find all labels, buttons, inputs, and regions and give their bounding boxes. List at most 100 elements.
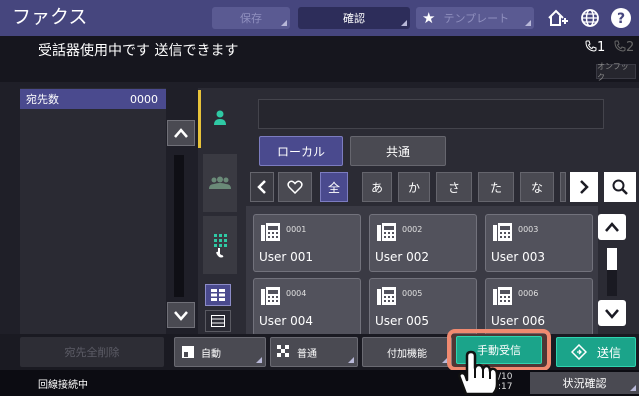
search-button[interactable] [604,172,636,202]
address-number: 0003 [518,225,539,234]
chevron-up-icon [605,222,619,232]
footer-time: :17 [498,382,513,392]
address-card[interactable]: 0003 User 003 [485,214,593,272]
fax-icon [377,287,396,305]
keypad-icon [214,234,227,258]
chevron-left-icon [257,180,266,194]
destination-count-label: 宛先数 [26,93,59,106]
footer-status: 回線接続中 [38,380,88,391]
footer-datetime: /10 :17 [498,372,512,392]
address-grid: 0001 User 001 0002 User 002 0003 User 00… [246,206,598,334]
fax-icon [261,223,280,241]
fax-icon [261,287,280,305]
line1-indicator: 1 [585,40,605,55]
heart-icon [287,180,303,194]
line2-label: 2 [626,40,635,55]
filter-a[interactable]: あ [362,172,392,202]
options-button[interactable]: 付加機能 [362,337,452,367]
line1-label: 1 [597,40,606,55]
star-icon: ★ [422,9,436,27]
address-number: 0002 [402,225,423,234]
delete-all-destinations-button[interactable]: 宛先全削除 [20,337,164,367]
address-number: 0006 [518,289,539,298]
chevron-down-icon [605,309,619,319]
svg-text:?: ? [617,11,625,27]
list-view-button[interactable] [205,310,231,332]
filter-sa[interactable]: さ [436,172,472,202]
active-tab-indicator [198,90,201,148]
fax-icon [493,223,512,241]
filter-all[interactable]: 全 [320,172,348,202]
template-button[interactable]: ★ テンプレート [416,7,534,29]
destination-list[interactable] [20,88,166,334]
filter-favorite-button[interactable] [278,172,312,202]
person-icon [214,110,226,125]
tab-local[interactable]: ローカル [259,136,343,166]
status-check-label: 状況確認 [562,377,607,390]
address-scroll-up-button[interactable] [598,214,626,240]
grid-view-button[interactable] [205,284,231,306]
address-card[interactable]: 0004 User 004 [253,278,361,334]
tab-shared[interactable]: 共通 [350,136,446,166]
tab-individual[interactable] [203,90,237,146]
address-card[interactable]: 0006 User 006 [485,278,593,334]
address-card[interactable]: 0005 User 005 [369,278,477,334]
destination-scroll-track[interactable] [174,155,184,297]
address-number: 0004 [286,289,307,298]
address-name: User 006 [491,314,546,328]
search-input[interactable] [258,99,604,129]
tab-keypad[interactable] [203,216,237,274]
filter-ka[interactable]: か [398,172,430,202]
phone-icon [614,40,626,52]
status-message: 受話器使用中です 送信できます [38,43,239,59]
status-check-button[interactable]: 状況確認 [530,372,639,394]
resolution-icon [277,345,289,357]
tab-group[interactable] [203,154,237,212]
filter-prev-button[interactable] [250,172,274,202]
options-label: 付加機能 [387,348,427,360]
app-title: ファクス [12,6,88,28]
address-name: User 004 [259,314,314,328]
filter-row: 全 あ か さ た な [248,172,639,202]
filter-ta[interactable]: た [478,172,514,202]
auto-mode-button[interactable]: 自動 [174,337,266,367]
globe-icon[interactable] [578,6,602,30]
address-name: User 001 [259,250,314,264]
chevron-right-icon [580,180,589,194]
resolution-button[interactable]: 普通 [270,337,358,367]
address-scroll-down-button[interactable] [598,300,626,326]
confirm-button[interactable]: 確認 [298,7,410,29]
send-icon [570,344,587,360]
fax-icon [493,287,512,305]
resolution-label: 普通 [297,348,317,360]
home-icon[interactable] [546,6,570,30]
save-button[interactable]: 保存 [212,7,290,29]
filter-more[interactable] [560,172,566,202]
template-button-label: テンプレート [443,12,510,25]
address-number: 0005 [402,289,423,298]
send-button[interactable]: 送信 [556,337,636,367]
fax-icon [377,223,396,241]
destination-count-value: 0000 [130,92,158,106]
address-name: User 002 [375,250,430,264]
group-icon [209,176,231,189]
page-track [607,270,617,296]
help-icon[interactable]: ? [609,6,633,30]
address-card[interactable]: 0001 User 001 [253,214,361,272]
address-card[interactable]: 0002 User 002 [369,214,477,272]
filter-na[interactable]: な [520,172,554,202]
search-icon [612,179,628,195]
address-name: User 003 [491,250,546,264]
destination-scroll-up-button[interactable] [167,120,195,146]
filter-next-button[interactable] [570,172,598,202]
pointer-hand-icon [458,350,499,396]
destination-scroll-down-button[interactable] [167,302,195,328]
page-indicator [607,248,617,270]
grid-icon [211,289,225,301]
auto-icon [182,346,194,358]
save-button-label: 保存 [240,12,262,25]
address-name: User 005 [375,314,430,328]
onhook-button[interactable]: オンフック [596,62,636,82]
line2-indicator: 2 [614,40,634,55]
footer-date: /10 [498,372,513,382]
